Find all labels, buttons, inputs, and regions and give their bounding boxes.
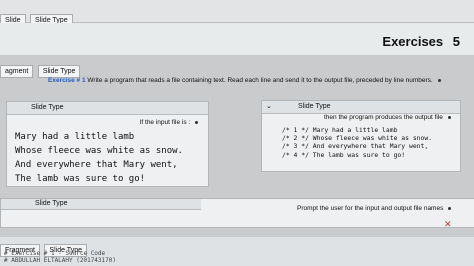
page-title: Exercises [382, 34, 444, 49]
slide-type-select[interactable]: Slide Type [31, 104, 64, 111]
close-icon[interactable]: ✕ [444, 219, 452, 230]
exercise-text: Exercise # 1 Write a program that reads … [48, 77, 468, 84]
prompt-text: Prompt the user for the input and output… [297, 205, 444, 212]
code-comment: # Exercise # 1 - Source Code [4, 250, 106, 257]
bullet-icon [447, 115, 451, 119]
input-line: The lamb was sure to go! [15, 174, 146, 184]
output-line: /* 1 */ Mary had a little lamb [282, 126, 398, 134]
fragment-tag-row: agment Slide Type [0, 60, 81, 78]
prompt-panel: Slide Type Prompt the user for the input… [0, 198, 474, 230]
output-example-lines: /* 1 */ Mary had a little lamb /* 2 */ W… [282, 126, 432, 159]
page-number: 5 [452, 34, 460, 49]
output-line: /* 2 */ Whose fleece was white as snow. [282, 134, 433, 143]
input-example-lines: Mary had a little lamb Whose fleece was … [15, 130, 183, 186]
exercise-label: Exercise # 1 [48, 77, 86, 84]
tag-fragment[interactable]: agment [0, 65, 34, 78]
header: Exercises 5 [0, 23, 474, 55]
bullet-icon [437, 78, 441, 82]
output-caption: then the program produces the output fil… [324, 114, 443, 121]
output-example-panel: ⌄ Slide Type then the program produces t… [261, 100, 461, 172]
bullet-icon [448, 206, 452, 210]
output-line: /* 4 */ The lamb was sure to go! [282, 150, 406, 159]
input-line: Mary had a little lamb [15, 132, 135, 142]
input-line: Whose fleece was white as snow. [15, 146, 183, 156]
source-code-panel: Fragment Slide Type # Exercise # 1 - Sou… [0, 237, 474, 266]
exercise-description: Write a program that reads a file contai… [87, 77, 433, 84]
output-line: /* 3 */ And everywhere that Mary went, [282, 142, 429, 151]
slide-type-select[interactable]: Slide Type [298, 103, 331, 110]
bullet-icon [195, 120, 198, 124]
input-caption: If the input file is : [139, 119, 191, 126]
chevron-down-icon[interactable]: ⌄ [266, 102, 272, 110]
input-example-panel: Slide Type If the input file is : Mary h… [6, 101, 209, 187]
top-toolbar: Slide Slide Type [0, 0, 474, 27]
input-line: And everywhere that Mary went, [15, 160, 178, 170]
code-comment: # ABDULLAH ELTALAHY (201743170) [4, 257, 116, 264]
slide-type-select[interactable]: Slide Type [35, 200, 68, 207]
